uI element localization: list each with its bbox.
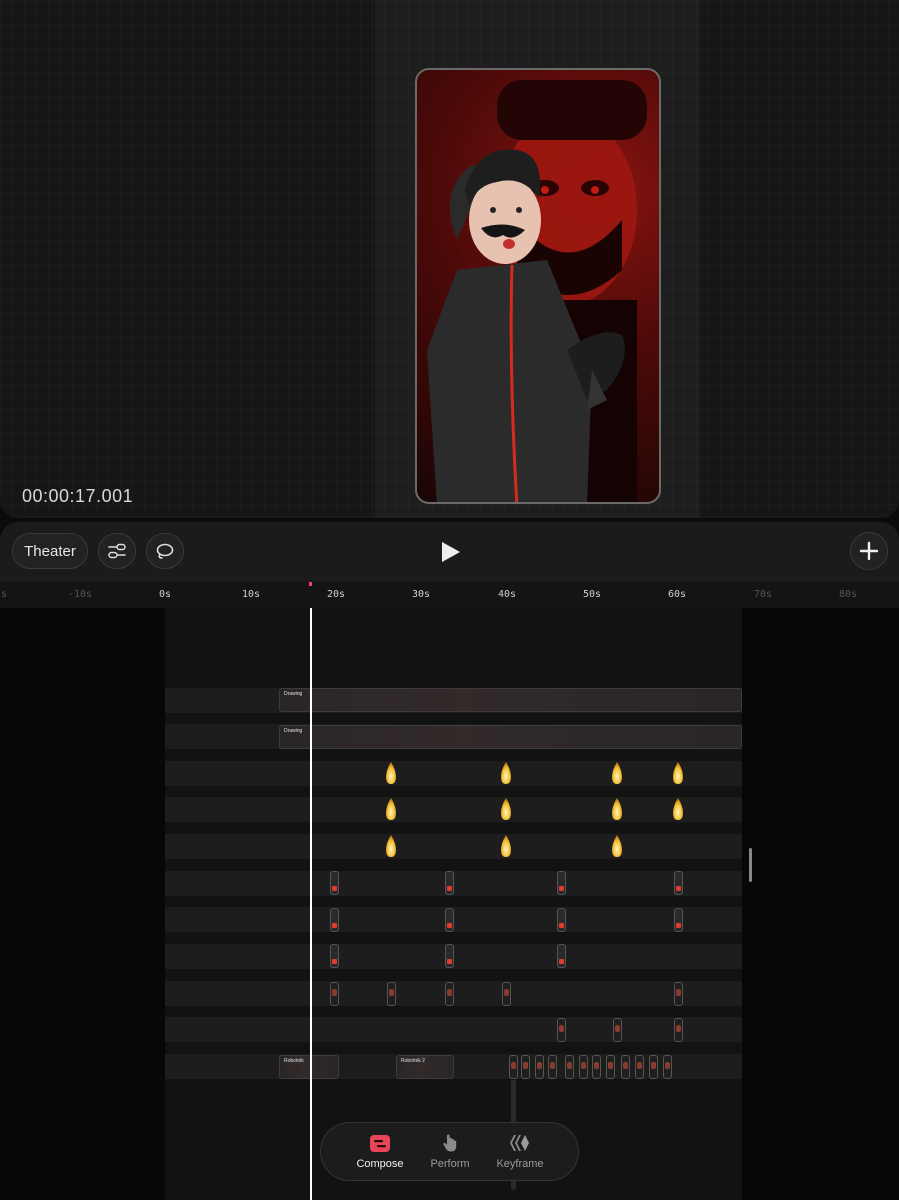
keyframe-marker[interactable] [613,1018,622,1042]
keyframe-marker[interactable] [674,871,683,895]
flame-marker [612,762,622,784]
keyframe-marker[interactable] [445,908,454,932]
playhead[interactable] [310,608,312,1200]
keyframe-marker[interactable] [330,908,339,932]
keyframe-marker[interactable] [445,982,454,1006]
keyframe-marker[interactable] [535,1055,544,1079]
clip-label: Robotnik 2 [401,1058,425,1064]
clip-label: Robotnik [284,1058,304,1064]
keyframe-marker[interactable] [674,1018,683,1042]
keyframe-icon [510,1135,529,1151]
keyframe-marker[interactable] [592,1055,601,1079]
flame-markers-layer [386,762,683,857]
keyframe-marker[interactable] [387,982,396,1006]
flame-marker [612,798,622,820]
keyframe-marker[interactable] [445,944,454,968]
flame-marker [612,835,622,857]
keyframe-marker[interactable] [649,1055,658,1079]
keyframe-marker[interactable] [557,944,566,968]
keyframe-marker[interactable] [502,982,511,1006]
keyframe-marker[interactable] [621,1055,630,1079]
keyframe-marker[interactable] [521,1055,530,1079]
keyframe-marker[interactable] [330,871,339,895]
keyframe-marker[interactable] [557,908,566,932]
flame-marker [501,798,511,820]
keyframe-marker[interactable] [509,1055,518,1079]
keyframe-marker[interactable] [330,944,339,968]
keyframe-tab[interactable]: Keyframe [477,1123,563,1182]
compose-icon [370,1135,390,1152]
keyframe-marker[interactable] [557,1018,566,1042]
flame-marker [673,798,683,820]
keyframe-marker[interactable] [548,1055,557,1079]
keyframe-marker[interactable] [579,1055,588,1079]
bottom-mode-nav: Compose Perform Keyframe [320,1122,579,1181]
keyframe-marker[interactable] [565,1055,574,1079]
robotnik-2-clip[interactable]: Robotnik 2 [396,1055,454,1079]
flame-marker [386,835,396,857]
flame-marker [386,762,396,784]
keyframe-marker[interactable] [663,1055,672,1079]
flame-marker [501,762,511,784]
keyframe-marker[interactable] [674,982,683,1006]
robotnik-clip[interactable]: Robotnik [279,1055,339,1079]
keyframe-marker[interactable] [674,908,683,932]
keyframe-marker[interactable] [330,982,339,1006]
timeline-scroll-handle[interactable] [749,848,752,882]
keyframe-marker[interactable] [606,1055,615,1079]
flame-marker [386,798,396,820]
keyframe-marker[interactable] [557,871,566,895]
keyframe-marker[interactable] [635,1055,644,1079]
keyframe-marker[interactable] [445,871,454,895]
hand-icon [443,1134,457,1152]
flame-marker [501,835,511,857]
keyframe-label: Keyframe [496,1158,544,1170]
flame-marker [673,762,683,784]
